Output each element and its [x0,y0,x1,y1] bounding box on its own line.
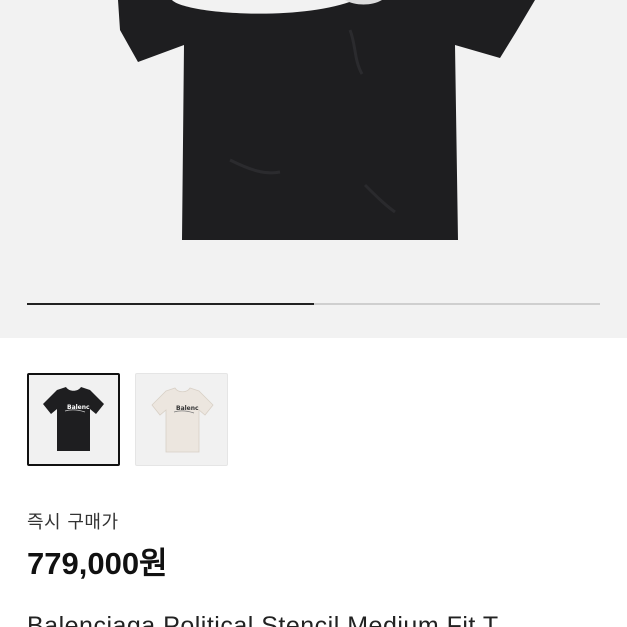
product-main-image [118,0,535,240]
gallery-progress-indicator [27,303,314,305]
price-value: 779,000원 [27,546,168,581]
tshirt-white-image: Balenc [151,387,214,453]
product-title[interactable]: Balenciaga Political Stencil Medium Fit … [27,612,627,627]
thumbnail-white[interactable]: Balenc [135,373,228,466]
price-label: 즉시 구매가 [27,512,119,533]
gallery-progress-track[interactable] [27,303,600,305]
product-image-gallery[interactable] [0,0,627,338]
thumbnail-black[interactable]: Balenc [27,373,120,466]
tshirt-black-image: Balenc [43,387,104,451]
